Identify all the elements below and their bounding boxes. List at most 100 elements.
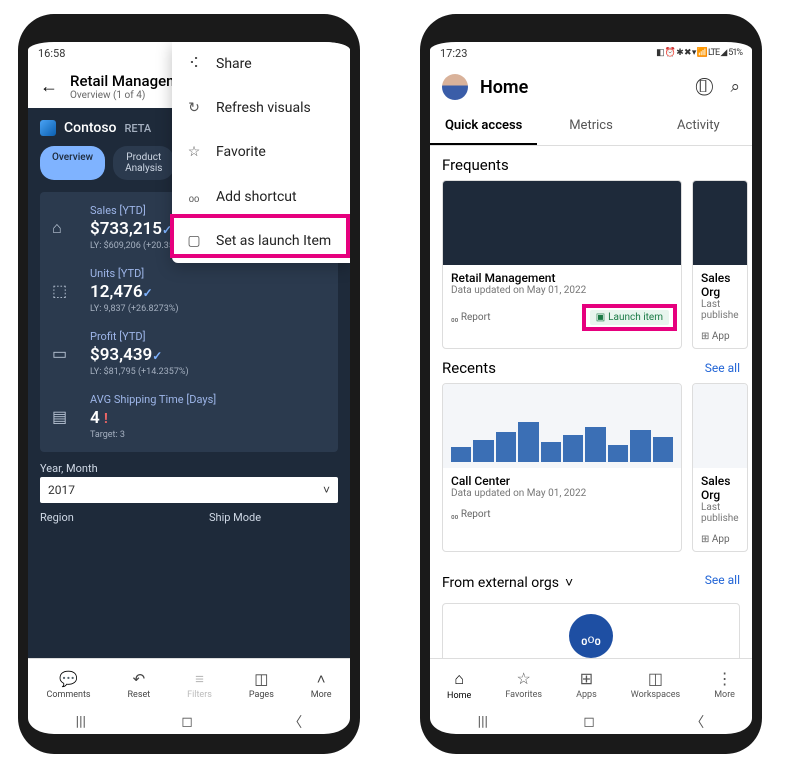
status-time: 16:58 xyxy=(38,47,65,60)
menu-share[interactable]: ⠪ Share xyxy=(172,42,350,86)
highlight-box: ▣Launch item xyxy=(582,304,677,331)
apps-icon: ⊞ xyxy=(580,669,593,688)
menu-add-shortcut[interactable]: ₒₒ Add shortcut xyxy=(172,174,350,219)
slicer-label: Region xyxy=(40,511,169,524)
bottom-label: More xyxy=(311,690,332,700)
share-icon: ⠪ xyxy=(186,56,202,72)
card-type: Report xyxy=(461,312,491,323)
bottom-more[interactable]: ˄ More xyxy=(311,670,332,700)
bottom-reset[interactable]: ↶Reset xyxy=(128,670,151,700)
nav-home[interactable]: ⌂Home xyxy=(447,669,471,701)
chart-thumbnail xyxy=(443,181,681,265)
workspaces-icon: ◫ xyxy=(648,669,663,688)
bottom-filters: ≡ Filters xyxy=(187,670,212,700)
phone-right: 17:23 ◧ ⏰ ✱ ✖ ▾ 📶 LTE ◢ 51% Home ⌷⃝ ⌕ Qu… xyxy=(420,14,762,754)
nav-favorites[interactable]: ☆Favorites xyxy=(505,669,542,700)
metric-label: Units [YTD] xyxy=(90,267,178,280)
check-icon: ✓ xyxy=(152,349,162,363)
app-type-icon: ⊞ xyxy=(701,534,709,545)
more-icon: ˄ xyxy=(317,670,326,688)
chart-thumbnail xyxy=(693,384,747,468)
card-retail-management[interactable]: Retail Management Data updated on May 01… xyxy=(442,180,682,349)
status-bar: 17:23 ◧ ⏰ ✱ ✖ ▾ 📶 LTE ◢ 51% xyxy=(430,42,752,64)
overflow-menu: ⠪ Share ↻Refresh visuals ☆ Favorite ₒₒ Add … xyxy=(172,42,350,263)
check-icon: ✓ xyxy=(162,223,172,237)
card-subtitle: Data updated on May 01, 2022 xyxy=(451,285,673,296)
card-type: App xyxy=(712,534,730,545)
money-icon: ▭ xyxy=(52,330,76,377)
nav-workspaces[interactable]: ◫Workspaces xyxy=(631,669,680,700)
card-call-center[interactable]: Call Center Data updated on May 01, 2022… xyxy=(442,383,682,552)
slicer-dropdown[interactable]: 2017 ˅ xyxy=(40,477,338,503)
report-bottom-bar: 💬Comments ↶Reset ≡ Filters ◫Pages ˄ More xyxy=(28,658,350,710)
slicer-year: Year, Month 2017 ˅ xyxy=(40,462,338,503)
org-logo-icon: ₀ₒ₀ xyxy=(569,614,613,658)
star-icon: ☆ xyxy=(186,144,202,160)
search-icon[interactable]: ⌕ xyxy=(730,77,740,97)
home-tabs: Quick access Metrics Activity xyxy=(430,110,752,146)
bottom-label: Pages xyxy=(249,690,274,700)
menu-label: Refresh visuals xyxy=(216,100,311,116)
metric-sub: LY: $81,795 (+14.2357%) xyxy=(90,367,189,377)
camera-icon[interactable]: ⌷⃝ xyxy=(698,77,708,97)
comment-icon: 💬 xyxy=(59,670,78,688)
warn-icon: ! xyxy=(104,411,108,427)
home-bottom-nav: ⌂Home ☆Favorites ⊞Apps ◫Workspaces ⋮More xyxy=(430,658,752,710)
menu-favorite[interactable]: ☆ Favorite xyxy=(172,130,350,174)
phone-left: 16:58 ◧ ⏰ ✱ ✖ ▾ 📶 LTE ◢ 37% ← Retail Man… xyxy=(18,14,360,754)
filter-icon: ≡ xyxy=(195,670,204,688)
tab-activity[interactable]: Activity xyxy=(645,110,752,145)
tab-overview[interactable]: Overview xyxy=(40,146,105,180)
nav-back-icon[interactable]: 〈 xyxy=(288,712,302,732)
contoso-logo-icon xyxy=(40,120,56,136)
nav-more[interactable]: ⋮More xyxy=(714,669,735,700)
app-type-icon: ⊞ xyxy=(701,331,709,342)
nav-home-icon[interactable]: ◻ xyxy=(583,714,595,730)
nav-apps[interactable]: ⊞Apps xyxy=(576,669,597,700)
status-icons: ◧ ⏰ ✱ ✖ ▾ 📶 LTE ◢ xyxy=(656,48,726,58)
bottom-label: Reset xyxy=(128,690,151,700)
metric-value: $93,439 xyxy=(90,345,152,365)
card-type: App xyxy=(712,331,730,342)
card-sales-org[interactable]: Sales Org Last publishe ⊞ App xyxy=(692,383,748,552)
launch-icon: ▢ xyxy=(186,233,202,249)
tab-quick-access[interactable]: Quick access xyxy=(430,110,537,145)
avatar[interactable] xyxy=(442,74,468,100)
menu-refresh[interactable]: ↻Refresh visuals xyxy=(172,86,350,130)
nav-label: Favorites xyxy=(505,690,542,700)
menu-label: Share xyxy=(216,56,252,72)
more-icon: ⋮ xyxy=(717,669,733,688)
card-sales-org[interactable]: Sales Org Last publishe ⊞ App xyxy=(692,180,748,349)
metric-label: AVG Shipping Time [Days] xyxy=(90,393,216,406)
metric-value: 12,476 xyxy=(90,282,143,302)
card-title: Retail Management xyxy=(451,271,673,285)
brand-name: Contoso xyxy=(64,120,116,136)
chart-thumbnail xyxy=(443,384,681,468)
metric-sub: LY: 9,837 (+26.8273%) xyxy=(90,304,178,314)
nav-home-icon[interactable]: ◻ xyxy=(181,714,193,730)
tab-metrics[interactable]: Metrics xyxy=(537,110,644,145)
metric-value: $733,215 xyxy=(90,219,162,239)
bottom-pages[interactable]: ◫Pages xyxy=(249,670,274,700)
slicer-label: Year, Month xyxy=(40,462,338,475)
see-all-link[interactable]: See all xyxy=(705,361,740,375)
bottom-label: Filters xyxy=(187,690,212,700)
menu-label: Favorite xyxy=(216,144,266,160)
tab-product-analysis[interactable]: Product Analysis xyxy=(113,146,174,180)
card-external-org[interactable]: ₀ₒ₀ xyxy=(442,603,740,658)
slicer-label: Ship Mode xyxy=(209,511,338,524)
menu-set-launch-item[interactable]: ▢Set as launch Item xyxy=(172,219,350,263)
back-icon[interactable]: ← xyxy=(40,76,58,97)
bottom-comments[interactable]: 💬Comments xyxy=(46,670,90,700)
chevron-down-icon: ˅ xyxy=(323,483,330,497)
nav-recents-icon[interactable]: ||| xyxy=(76,714,86,730)
shortcut-icon: ₒₒ xyxy=(186,188,202,205)
nav-recents-icon[interactable]: ||| xyxy=(478,714,488,730)
card-type: Report xyxy=(461,509,491,520)
external-toggle[interactable]: From external orgs˅ xyxy=(442,574,573,591)
menu-label: Add shortcut xyxy=(216,189,297,205)
chevron-down-icon: ˅ xyxy=(565,574,573,591)
see-all-link[interactable]: See all xyxy=(705,573,740,587)
slicer-value: 2017 xyxy=(48,483,75,497)
nav-back-icon[interactable]: 〈 xyxy=(690,712,704,732)
